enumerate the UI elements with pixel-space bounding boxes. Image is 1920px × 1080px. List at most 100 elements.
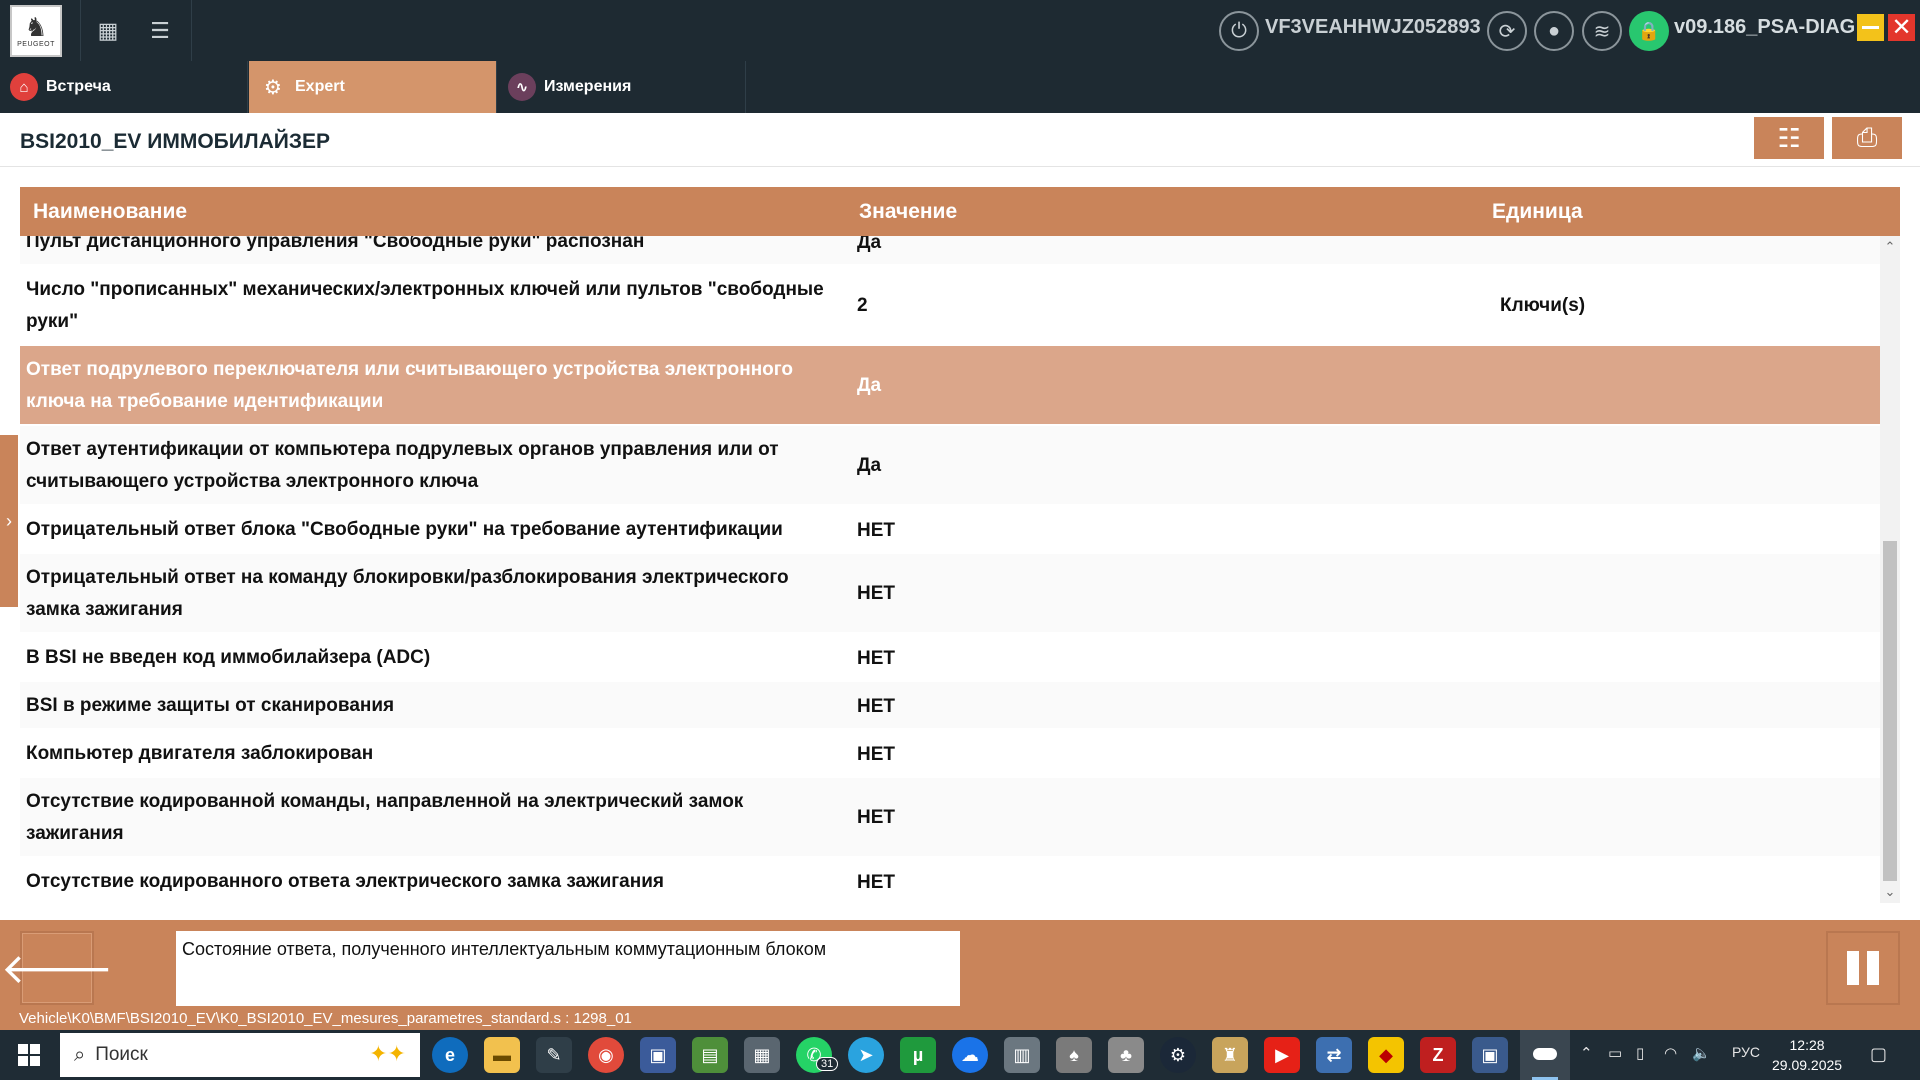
apps-grid-icon[interactable]: ▦ bbox=[91, 14, 125, 48]
wifi-tray-icon[interactable]: ◠ bbox=[1664, 1044, 1677, 1062]
taskbar-search[interactable]: ⌕ Поиск ✦✦ bbox=[60, 1033, 420, 1077]
param-value: НЕТ bbox=[857, 744, 895, 765]
param-value: НЕТ bbox=[857, 520, 895, 541]
image-viewer-icon[interactable]: ▣ bbox=[640, 1037, 676, 1073]
tab-label: Expert bbox=[295, 78, 345, 95]
print-button[interactable]: ⎙ bbox=[1832, 117, 1902, 159]
tab-meeting[interactable]: ⌂ Встреча bbox=[0, 61, 248, 113]
utorrent-icon[interactable]: µ bbox=[900, 1037, 936, 1073]
wifi-icon[interactable]: ≋ bbox=[1582, 11, 1622, 51]
scroll-up-icon[interactable]: ⌃ bbox=[1880, 238, 1900, 256]
filezilla-icon[interactable]: Z bbox=[1420, 1037, 1456, 1073]
clock[interactable]: 12:28 29.09.2025 bbox=[1772, 1035, 1842, 1075]
windows-start-button[interactable] bbox=[18, 1044, 40, 1066]
side-panel-toggle[interactable]: › bbox=[0, 435, 18, 607]
pause-button[interactable] bbox=[1826, 931, 1900, 1005]
table-row[interactable]: Компьютер двигателя заблокирован НЕТ bbox=[20, 730, 1880, 778]
param-name: Пульт дистанционного управления "Свободн… bbox=[26, 236, 645, 252]
tab-expert[interactable]: ⚙ Expert bbox=[249, 61, 497, 113]
sparkle-icon: ✦✦ bbox=[369, 1041, 406, 1066]
chrome-icon[interactable]: ◉ bbox=[588, 1037, 624, 1073]
telegram-icon[interactable]: ➤ bbox=[848, 1037, 884, 1073]
scroll-down-icon[interactable]: ⌄ bbox=[1880, 883, 1900, 901]
table-scrollbar[interactable]: ⌃ ⌄ bbox=[1880, 236, 1900, 903]
bottom-panel: 🡐 Состояние ответа, полученного интеллек… bbox=[0, 920, 1920, 1030]
volume-icon[interactable]: 🔈 bbox=[1692, 1044, 1711, 1062]
file-path: Vehicle\K0\BMF\BSI2010_EV\K0_BSI2010_EV_… bbox=[19, 1010, 632, 1027]
power-icon[interactable]: ⏻ bbox=[1219, 11, 1259, 51]
user-icon[interactable]: ● bbox=[1534, 11, 1574, 51]
app-icon[interactable]: ♠ bbox=[1056, 1037, 1092, 1073]
calculator-icon[interactable]: ▦ bbox=[744, 1037, 780, 1073]
divider bbox=[80, 0, 81, 61]
close-button[interactable]: ✕ bbox=[1888, 14, 1915, 41]
param-name: Ответ подрулевого переключателя или счит… bbox=[26, 359, 794, 412]
lock-icon: 🔒 bbox=[1629, 11, 1669, 51]
scrollbar-thumb[interactable] bbox=[1883, 541, 1897, 881]
lion-icon: ♞ bbox=[24, 12, 48, 42]
app-icon[interactable]: ♜ bbox=[1212, 1037, 1248, 1073]
printer-icon: ⎙ bbox=[1856, 122, 1878, 152]
search-placeholder: Поиск bbox=[95, 1044, 148, 1065]
table-row[interactable]: В BSI не введен код иммобилайзера (ADC) … bbox=[20, 634, 1880, 682]
param-name: Отрицательный ответ на команду блокировк… bbox=[26, 567, 789, 620]
minimize-button[interactable] bbox=[1857, 14, 1884, 41]
param-name: Компьютер двигателя заблокирован bbox=[26, 743, 374, 764]
top-bar: ♞ PEUGEOT ▦ ☰ ⏻ VF3VEAHHWJZ052893 ⟳ ● ≋ … bbox=[0, 0, 1920, 61]
active-app-diagbox[interactable] bbox=[1520, 1030, 1570, 1080]
spreadsheet-icon[interactable]: ▤ bbox=[692, 1037, 728, 1073]
pause-icon bbox=[1867, 951, 1879, 985]
tab-bar: ⌂ Встреча ⚙ Expert ∿ Измерения bbox=[0, 61, 1920, 113]
list-icon[interactable]: ☰ bbox=[143, 14, 177, 48]
back-button[interactable]: 🡐 bbox=[1, 931, 113, 1005]
param-name: В BSI не введен код иммобилайзера (ADC) bbox=[26, 647, 431, 668]
table-row[interactable]: Отсутствие кодированного ответа электрич… bbox=[20, 858, 1880, 903]
description-box: Состояние ответа, полученного интеллекту… bbox=[176, 931, 960, 1006]
device-icon[interactable]: ▭ bbox=[1608, 1044, 1622, 1062]
table-row[interactable]: Число "прописанных" механических/электро… bbox=[20, 266, 1880, 346]
page-title: BSI2010_EV ИММОБИЛАЙЗЕР bbox=[20, 130, 331, 153]
save-disk-icon[interactable]: ▣ bbox=[1472, 1037, 1508, 1073]
app-icon[interactable]: ♣ bbox=[1108, 1037, 1144, 1073]
edge-icon[interactable]: e bbox=[432, 1037, 468, 1073]
home-icon: ⌂ bbox=[10, 73, 38, 101]
file-explorer-icon[interactable]: ▬ bbox=[484, 1037, 520, 1073]
tab-label: Встреча bbox=[46, 78, 111, 95]
table-row[interactable]: Ответ аутентификации от компьютера подру… bbox=[20, 426, 1880, 506]
table-row[interactable]: BSI в режиме защиты от сканирования НЕТ bbox=[20, 682, 1880, 730]
param-value: НЕТ bbox=[857, 696, 895, 717]
tab-label: Измерения bbox=[544, 78, 632, 95]
param-value: НЕТ bbox=[857, 583, 895, 604]
param-name: Отрицательный ответ блока "Свободные рук… bbox=[26, 519, 783, 540]
param-unit: Ключи(s) bbox=[1500, 295, 1586, 316]
notifications-icon[interactable]: ▢ bbox=[1870, 1044, 1887, 1065]
table-row[interactable]: Пульт дистанционного управления "Свободн… bbox=[20, 236, 1880, 266]
tab-measurements[interactable]: ∿ Измерения bbox=[498, 61, 746, 113]
youtube-icon[interactable]: ▶ bbox=[1264, 1037, 1300, 1073]
app-icon[interactable]: ◆ bbox=[1368, 1037, 1404, 1073]
param-value: НЕТ bbox=[857, 648, 895, 669]
network-app-icon[interactable]: ⇄ bbox=[1316, 1037, 1352, 1073]
param-name: Отсутствие кодированной команды, направл… bbox=[26, 791, 744, 844]
cloud-icon[interactable]: ☁ bbox=[952, 1037, 988, 1073]
chevron-right-icon: › bbox=[6, 510, 12, 531]
refresh-icon[interactable]: ⟳ bbox=[1487, 11, 1527, 51]
paint-icon[interactable]: ✎ bbox=[536, 1037, 572, 1073]
table-row[interactable]: Отрицательный ответ на команду блокировк… bbox=[20, 554, 1880, 634]
table-body[interactable]: Пульт дистанционного управления "Свободн… bbox=[20, 236, 1880, 903]
table-settings-button[interactable]: ☷ bbox=[1754, 117, 1824, 159]
table-list-icon: ☷ bbox=[1777, 122, 1801, 153]
brand-label: PEUGEOT bbox=[17, 41, 55, 48]
battery-icon[interactable]: ▯ bbox=[1636, 1044, 1644, 1062]
chevron-up-icon[interactable]: ⌃ bbox=[1580, 1044, 1593, 1062]
column-header-unit: Единица bbox=[1492, 200, 1583, 223]
param-value: 2 bbox=[857, 295, 868, 316]
param-value: Да bbox=[857, 455, 882, 476]
windows-taskbar: ⌕ Поиск ✦✦ e ▬ ✎ ◉ ▣ ▤ ▦ ✆ 31 ➤ µ ☁ ▥ ♠ … bbox=[0, 1030, 1920, 1080]
steam-icon[interactable]: ⚙ bbox=[1160, 1037, 1196, 1073]
table-row[interactable]: Отрицательный ответ блока "Свободные рук… bbox=[20, 506, 1880, 554]
table-row[interactable]: Отсутствие кодированной команды, направл… bbox=[20, 778, 1880, 858]
archive-icon[interactable]: ▥ bbox=[1004, 1037, 1040, 1073]
language-indicator[interactable]: РУС bbox=[1732, 1044, 1760, 1060]
table-row-selected[interactable]: Ответ подрулевого переключателя или счит… bbox=[20, 346, 1880, 426]
